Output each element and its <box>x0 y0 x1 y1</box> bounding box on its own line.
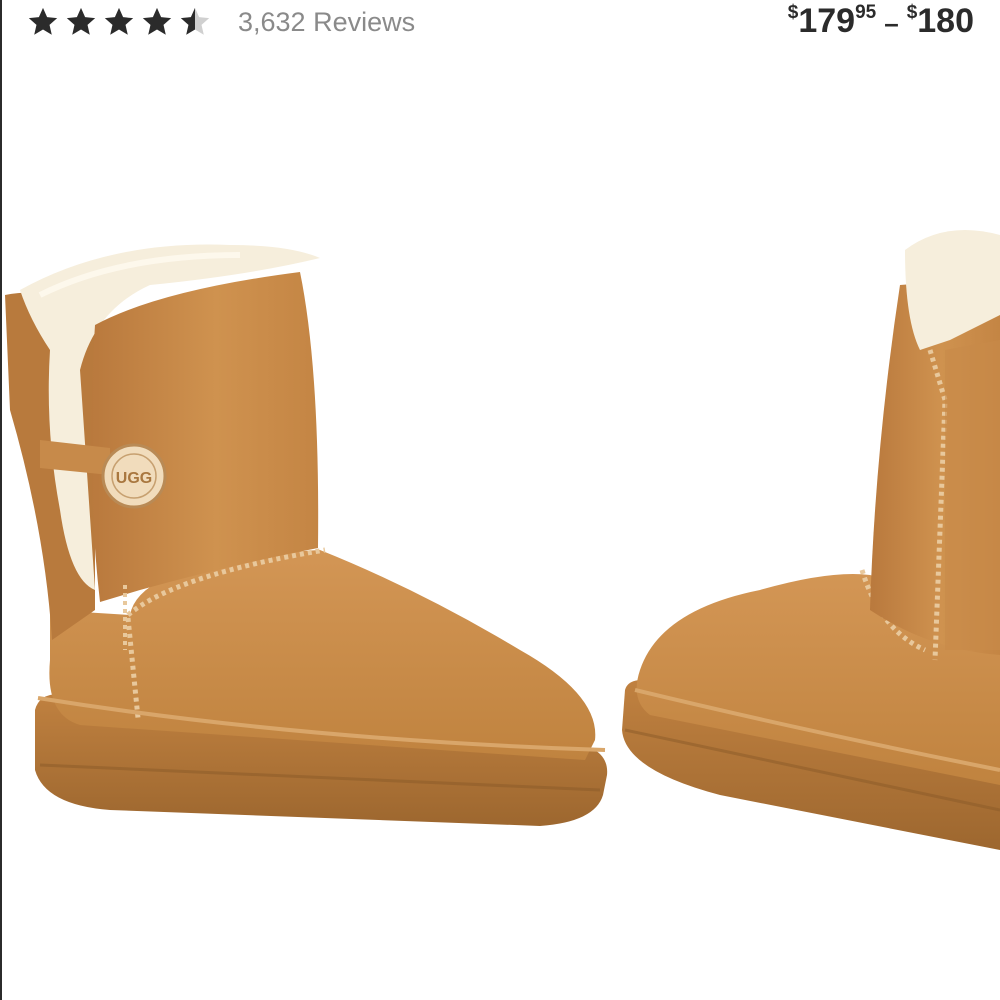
star-icon <box>66 7 96 35</box>
price-low-dollars: 179 <box>798 2 856 40</box>
star-icon <box>104 7 134 35</box>
left-boot: UGG <box>5 244 608 826</box>
price-currency: $ <box>787 2 799 23</box>
star-icon <box>142 7 172 35</box>
price-separator: – <box>884 8 899 38</box>
right-boot <box>622 230 1000 850</box>
price-low-cents: 95 <box>855 2 877 23</box>
button-logo: UGG <box>116 470 152 487</box>
price-range: $17995– $180 <box>788 2 974 41</box>
product-header: 3,632 Reviews $17995– $180 <box>0 0 1000 50</box>
half-star-icon <box>180 7 210 35</box>
price-high-dollars: 180 <box>917 2 974 40</box>
star-icon <box>28 7 58 35</box>
product-image[interactable]: UGG <box>0 50 1000 1000</box>
star-rating[interactable] <box>26 5 212 39</box>
reviews-link[interactable]: 3,632 Reviews <box>238 7 415 38</box>
price-currency: $ <box>906 2 918 23</box>
